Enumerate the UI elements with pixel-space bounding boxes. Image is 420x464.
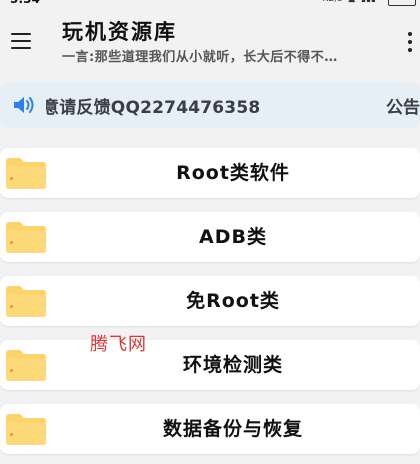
app-bar: 玩机资源库 一言:那些道理我们从小就听，长大后不得不… xyxy=(0,6,420,72)
category-label: ADB类 xyxy=(199,226,267,248)
announcement-text: 意请反馈QQ2274476358 xyxy=(46,98,261,118)
status-icons: KB/s ▲ ▮▮▮ xyxy=(322,0,376,4)
folder-icon xyxy=(6,350,46,381)
signal-icon: ▮▮▮ xyxy=(361,0,376,4)
category-card-backup[interactable]: 数据备份与恢复 xyxy=(0,404,420,454)
category-card-root[interactable]: Root类软件 xyxy=(0,148,420,198)
hamburger-menu-icon[interactable] xyxy=(11,33,31,49)
announcement-marquee: 意请反馈QQ2274476358 xyxy=(46,82,376,128)
folder-icon xyxy=(6,414,46,445)
category-label: Root类软件 xyxy=(176,162,290,184)
announcement-banner[interactable]: 意请反馈QQ2274476358 公告 xyxy=(0,82,420,128)
category-card-no-root[interactable]: 免Root类 xyxy=(0,276,420,326)
wifi-icon: ▲ xyxy=(348,0,355,4)
category-card-env-detect[interactable]: 环境检测类 xyxy=(0,340,420,390)
page-title: 玩机资源库 xyxy=(62,20,177,44)
speaker-icon xyxy=(14,97,34,113)
category-label: 环境检测类 xyxy=(182,354,283,376)
more-vertical-icon[interactable] xyxy=(406,32,414,52)
page-subtitle: 一言:那些道理我们从小就听，长大后不得不… xyxy=(62,50,338,65)
category-label: 免Root类 xyxy=(186,290,280,312)
folder-icon xyxy=(6,286,46,317)
category-label: 数据备份与恢复 xyxy=(162,418,303,440)
announcement-label: 公告 xyxy=(386,98,420,118)
folder-icon xyxy=(6,158,46,189)
category-card-adb[interactable]: ADB类 xyxy=(0,212,420,262)
network-speed-icon: KB/s xyxy=(322,0,342,4)
folder-icon xyxy=(6,222,46,253)
